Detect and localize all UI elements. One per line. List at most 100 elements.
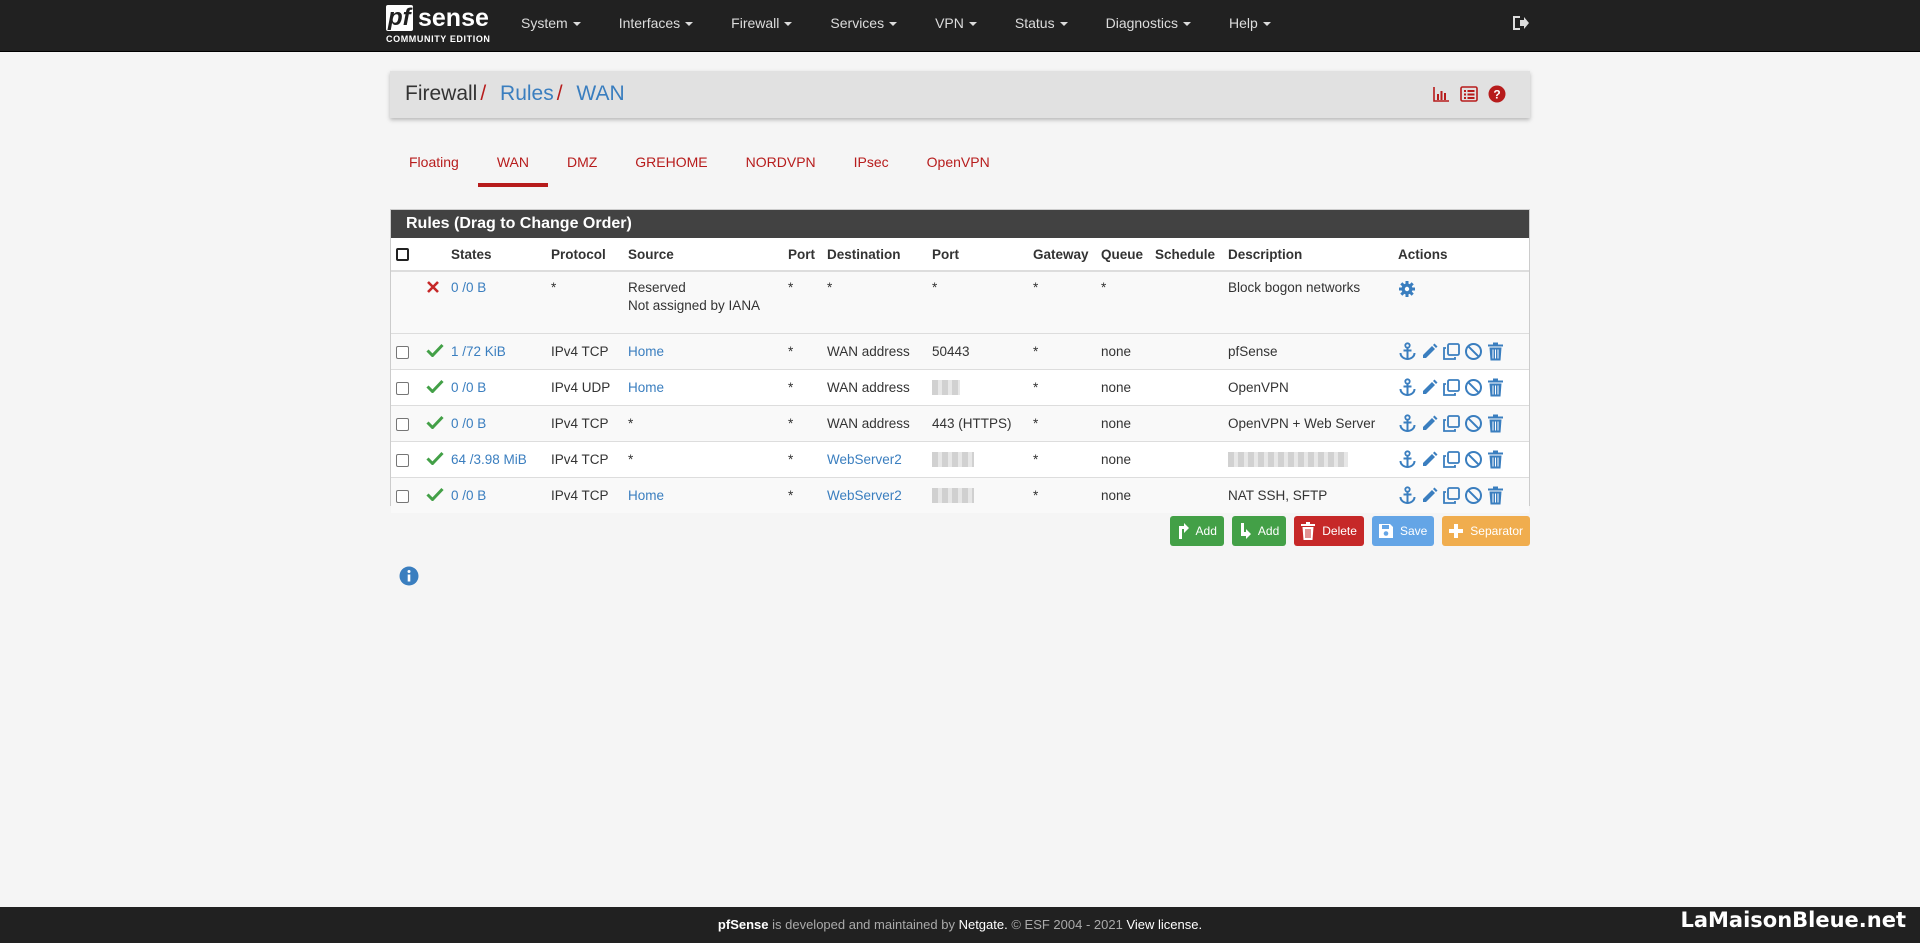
save-button[interactable]: Save <box>1371 516 1435 546</box>
bar-chart-icon[interactable] <box>1432 85 1450 103</box>
trash-icon[interactable] <box>1486 414 1505 433</box>
copy-icon[interactable] <box>1442 486 1461 505</box>
trash-icon[interactable] <box>1486 378 1505 397</box>
states-link[interactable]: 0 /0 B <box>451 280 486 295</box>
table-row[interactable]: 64 /3.98 MiB IPv4 TCP * * WebServer2 * none <box>391 441 1529 478</box>
table-row-bogon[interactable]: 0 /0 B * Reserved Not assigned by IANA * … <box>391 270 1529 334</box>
tab-dmz[interactable]: DMZ <box>548 148 616 187</box>
copy-icon[interactable] <box>1442 414 1461 433</box>
info-icon[interactable] <box>399 566 419 586</box>
gateway-cell: * <box>1028 270 1096 334</box>
tab-floating[interactable]: Floating <box>390 148 478 187</box>
destination-cell: * <box>822 270 927 334</box>
disable-icon[interactable] <box>1464 414 1483 433</box>
gateway-cell: * <box>1028 333 1096 370</box>
help-icon[interactable]: ? <box>1488 85 1506 103</box>
copy-icon[interactable] <box>1442 450 1461 469</box>
menu-vpn[interactable]: VPN <box>916 0 996 51</box>
states-link[interactable]: 0 /0 B <box>451 416 486 431</box>
anchor-icon[interactable] <box>1398 342 1417 361</box>
header-status <box>421 238 446 272</box>
source-alias-link[interactable]: Home <box>628 380 664 395</box>
tab-nordvpn[interactable]: NORDVPN <box>727 148 835 187</box>
disable-icon[interactable] <box>1464 342 1483 361</box>
edit-pencil-icon[interactable] <box>1420 486 1439 505</box>
gateway-cell: * <box>1028 369 1096 406</box>
select-all-checkbox[interactable] <box>396 248 409 262</box>
source-alias-link[interactable]: Home <box>628 488 664 503</box>
disable-icon[interactable] <box>1464 378 1483 397</box>
menu-system[interactable]: System <box>502 0 600 51</box>
edit-pencil-icon[interactable] <box>1420 414 1439 433</box>
row-select-checkbox[interactable] <box>396 381 409 395</box>
table-row[interactable]: 1 /72 KiB IPv4 TCP Home * WAN address 50443 * n… <box>391 333 1529 370</box>
header-source-port: Port <box>783 238 822 272</box>
footer-product[interactable]: pfSense <box>718 917 769 932</box>
anchor-icon[interactable] <box>1398 450 1417 469</box>
breadcrumb-wan[interactable]: WAN <box>576 82 624 105</box>
add-rule-bottom-button[interactable]: Add <box>1231 516 1287 546</box>
menu-diagnostics[interactable]: Diagnostics <box>1087 0 1210 51</box>
gear-icon[interactable] <box>1398 280 1416 298</box>
table-row[interactable]: 0 /0 B IPv4 TCP Home * WebServer2 * none NAT SS… <box>391 477 1529 513</box>
footer-company[interactable]: Netgate. <box>959 917 1008 932</box>
logout-icon[interactable] <box>1512 15 1530 31</box>
anchor-icon[interactable] <box>1398 378 1417 397</box>
header-schedule: Schedule <box>1150 238 1223 272</box>
tab-grehome[interactable]: GREHOME <box>616 148 726 187</box>
delete-button[interactable]: Delete <box>1294 516 1364 546</box>
table-row[interactable]: 0 /0 B IPv4 UDP Home * WAN address * none OpenV… <box>391 369 1529 406</box>
states-link[interactable]: 64 /3.98 MiB <box>451 452 527 467</box>
header-source: Source <box>623 238 783 272</box>
edit-pencil-icon[interactable] <box>1420 450 1439 469</box>
list-icon[interactable] <box>1460 85 1478 103</box>
pfsense-logo[interactable]: pf sense COMMUNITY EDITION <box>386 5 496 47</box>
breadcrumb-rules[interactable]: Rules <box>500 82 554 105</box>
source-port-cell: * <box>783 270 822 334</box>
menu-services[interactable]: Services <box>811 0 916 51</box>
states-link[interactable]: 1 /72 KiB <box>451 344 506 359</box>
trash-icon[interactable] <box>1486 486 1505 505</box>
plus-icon <box>1449 524 1464 538</box>
add-rule-top-button[interactable]: Add <box>1169 516 1224 546</box>
anchor-icon[interactable] <box>1398 414 1417 433</box>
row-select-checkbox[interactable] <box>396 489 409 503</box>
row-select-checkbox[interactable] <box>396 417 409 431</box>
copy-icon[interactable] <box>1442 342 1461 361</box>
logo-sense: sense <box>418 4 489 32</box>
row-select-checkbox[interactable] <box>396 453 409 467</box>
tab-wan[interactable]: WAN <box>477 148 549 187</box>
add-separator-button[interactable]: Separator <box>1442 516 1530 546</box>
edit-pencil-icon[interactable] <box>1420 378 1439 397</box>
destination-alias-link[interactable]: WebServer2 <box>827 488 902 503</box>
trash-icon[interactable] <box>1486 342 1505 361</box>
queue-cell: * <box>1096 270 1150 334</box>
footer-license-link[interactable]: View license. <box>1126 917 1202 932</box>
description-cell: Block bogon networks <box>1223 270 1393 334</box>
schedule-cell <box>1150 333 1223 370</box>
destination-alias-link[interactable]: WebServer2 <box>827 452 902 467</box>
svg-text:?: ? <box>1493 88 1500 102</box>
pass-check-icon <box>426 379 444 394</box>
copy-icon[interactable] <box>1442 378 1461 397</box>
menu-status[interactable]: Status <box>996 0 1087 51</box>
caret-down-icon <box>1182 22 1191 27</box>
menu-interfaces[interactable]: Interfaces <box>600 0 712 51</box>
source-alias-link[interactable]: Home <box>628 344 664 359</box>
menu-firewall[interactable]: Firewall <box>712 0 811 51</box>
row-select-checkbox[interactable] <box>396 345 409 359</box>
states-link[interactable]: 0 /0 B <box>451 488 486 503</box>
disable-icon[interactable] <box>1464 486 1483 505</box>
tab-ipsec[interactable]: IPsec <box>835 148 908 187</box>
source-port-cell: * <box>783 369 822 406</box>
table-row[interactable]: 0 /0 B IPv4 TCP * * WAN address 443 (HTTPS) * n… <box>391 405 1529 442</box>
edit-pencil-icon[interactable] <box>1420 342 1439 361</box>
trash-icon[interactable] <box>1486 450 1505 469</box>
disable-icon[interactable] <box>1464 450 1483 469</box>
header-destination-port: Port <box>927 238 1028 272</box>
states-link[interactable]: 0 /0 B <box>451 380 486 395</box>
menu-help[interactable]: Help <box>1210 0 1290 51</box>
description-cell: NAT SSH, SFTP <box>1223 477 1393 513</box>
anchor-icon[interactable] <box>1398 486 1417 505</box>
tab-openvpn[interactable]: OpenVPN <box>908 148 1009 187</box>
